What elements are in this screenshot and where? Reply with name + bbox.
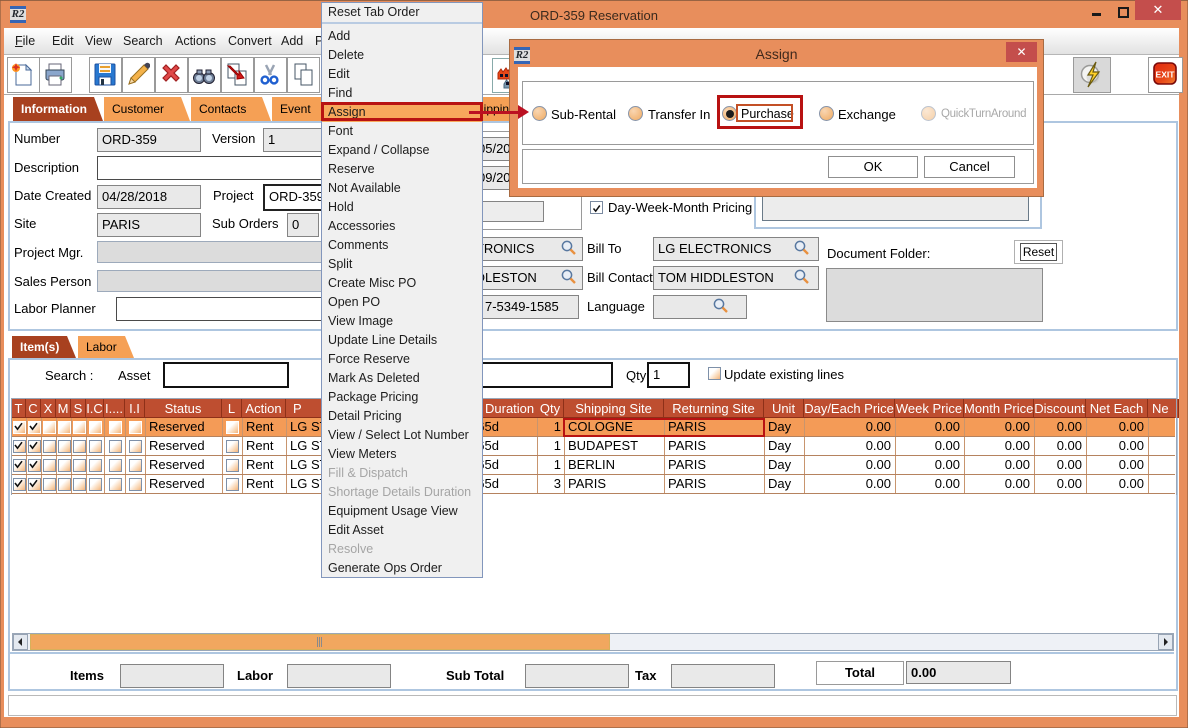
svg-text:EXIT: EXIT	[1156, 70, 1176, 80]
